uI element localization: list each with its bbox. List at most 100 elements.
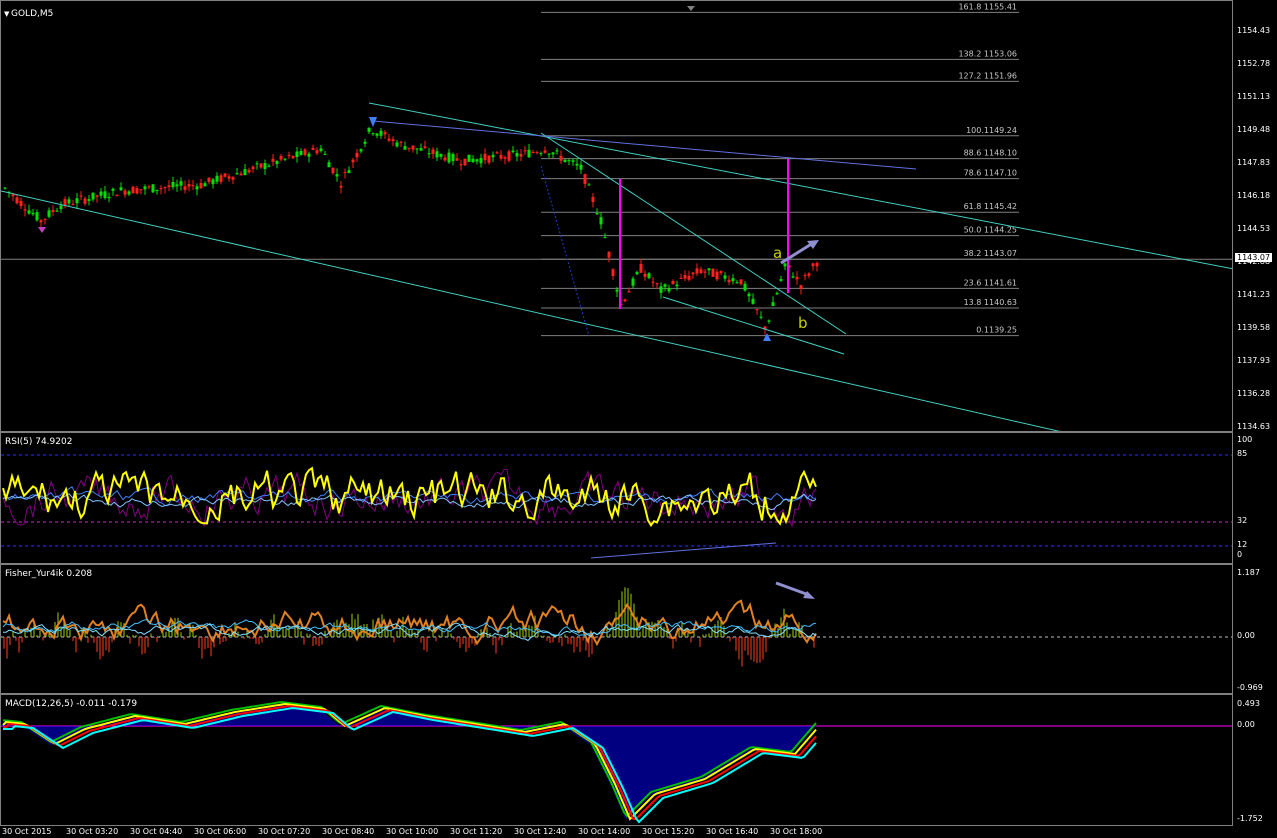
candle-body	[539, 153, 543, 155]
fib-label: 50.0 1144.25	[964, 226, 1017, 235]
candle-body	[435, 151, 439, 158]
candle-body	[291, 155, 295, 159]
candle-body	[215, 175, 219, 182]
candle-body	[659, 286, 663, 293]
channel-lower-line	[1, 190, 1061, 431]
candle-body	[515, 152, 519, 157]
candle-body	[431, 149, 435, 154]
candle-body	[167, 185, 171, 188]
candle-body	[655, 283, 659, 285]
main-chart-pane[interactable]: GOLD,M5 ▼ 161.8 1155.41 138.2 1153.06 127.…	[0, 0, 1233, 432]
candle-body	[375, 133, 379, 136]
candle-body	[475, 159, 479, 162]
candle-body	[523, 150, 527, 152]
candle-body	[567, 160, 571, 162]
candle-body	[123, 190, 127, 195]
fib-label: 100.1149.24	[966, 126, 1017, 135]
candle-body	[271, 158, 275, 162]
candle-body	[643, 273, 647, 277]
fisher-main-line	[2, 599, 817, 647]
candle-body	[799, 285, 803, 289]
candle-body	[795, 276, 799, 280]
candle-body	[531, 152, 535, 154]
fib-label: 0.1139.25	[976, 326, 1017, 335]
candle-body	[343, 171, 347, 173]
macd-scale: 0.493 0.00 -1.752	[1233, 694, 1277, 826]
candle-body	[147, 186, 151, 188]
candle-body	[211, 179, 215, 185]
wave-label-a: a	[773, 244, 782, 262]
candle-body	[315, 150, 319, 154]
candle-body	[779, 279, 783, 281]
rsi-canvas	[1, 454, 1232, 559]
candle-body	[455, 158, 459, 161]
candle-body	[143, 186, 147, 190]
candle-body	[815, 263, 819, 267]
candle-body	[719, 271, 723, 274]
candle-body	[595, 213, 599, 215]
scale-tick: 1146.18	[1237, 191, 1271, 200]
time-tick: 30 Oct 06:00	[194, 827, 247, 836]
candle-body	[355, 152, 359, 158]
candle-body	[579, 164, 583, 170]
scale-tick: 1141.23	[1237, 290, 1271, 299]
candle-body	[387, 138, 391, 141]
candle-body	[327, 162, 331, 168]
candle-body	[287, 154, 291, 156]
candle-body	[607, 251, 611, 258]
candle-body	[527, 149, 531, 158]
candle-body	[707, 268, 711, 271]
candle-body	[259, 163, 263, 168]
candle-body	[695, 268, 699, 274]
candle-body	[67, 199, 71, 204]
candle-body	[491, 154, 495, 158]
candle-body	[239, 173, 243, 176]
macd-pane[interactable]: MACD(12,26,5) -0.011 -0.179	[0, 694, 1233, 826]
candle-body	[807, 273, 811, 276]
candle-body	[551, 152, 555, 155]
candle-body	[367, 127, 371, 132]
scale-tick: 0.00	[1237, 720, 1255, 729]
candle-body	[39, 220, 43, 223]
candle-body	[63, 199, 67, 206]
candle-body	[363, 141, 367, 144]
candle-body	[91, 192, 95, 200]
candle-body	[207, 177, 211, 183]
candle-body	[711, 268, 715, 277]
scale-tick: -0.969	[1237, 683, 1263, 692]
candle-body	[3, 187, 7, 189]
candle-body	[391, 139, 395, 142]
candle-body	[651, 281, 655, 283]
candle-body	[195, 186, 199, 190]
candle-body	[359, 149, 363, 152]
time-tick: 30 Oct 07:20	[258, 827, 311, 836]
down-arrow-icon	[38, 227, 46, 233]
price-chart-canvas[interactable]: 161.8 1155.41 138.2 1153.06 127.2 1151.96 1…	[1, 1, 1233, 432]
time-tick: 30 Oct 04:40	[130, 827, 183, 836]
candle-body	[139, 189, 143, 191]
candle-body	[379, 130, 383, 136]
wedge-upper-line	[540, 132, 847, 335]
candle-body	[103, 191, 107, 199]
candle-body	[663, 284, 667, 287]
candle-body	[115, 194, 119, 197]
scale-tick: 1137.93	[1237, 356, 1271, 365]
candle-body	[611, 269, 615, 276]
candle-body	[587, 184, 591, 186]
candle-body	[47, 210, 51, 217]
price-scale[interactable]: 1154.43 1152.78 1151.13 1149.48 1147.83 1146.…	[1233, 0, 1277, 432]
time-tick: 30 Oct 18:00	[770, 827, 823, 836]
candle-body	[119, 187, 123, 191]
rsi-label: RSI(5) 74.9202	[5, 437, 73, 447]
fib-label: 13.8 1140.63	[964, 298, 1017, 307]
candle-body	[199, 183, 203, 189]
rsi-pane[interactable]: RSI(5) 74.9202	[0, 432, 1233, 564]
fisher-pane[interactable]: Fisher_Yur4ik 0.208	[0, 564, 1233, 694]
candle-body	[407, 147, 411, 149]
candle-body	[647, 273, 651, 279]
candle-body	[623, 299, 627, 302]
time-tick: 30 Oct 03:20	[66, 827, 119, 836]
candle-body	[307, 153, 311, 157]
candle-body	[283, 158, 287, 160]
channel-upper-line	[368, 102, 1232, 270]
